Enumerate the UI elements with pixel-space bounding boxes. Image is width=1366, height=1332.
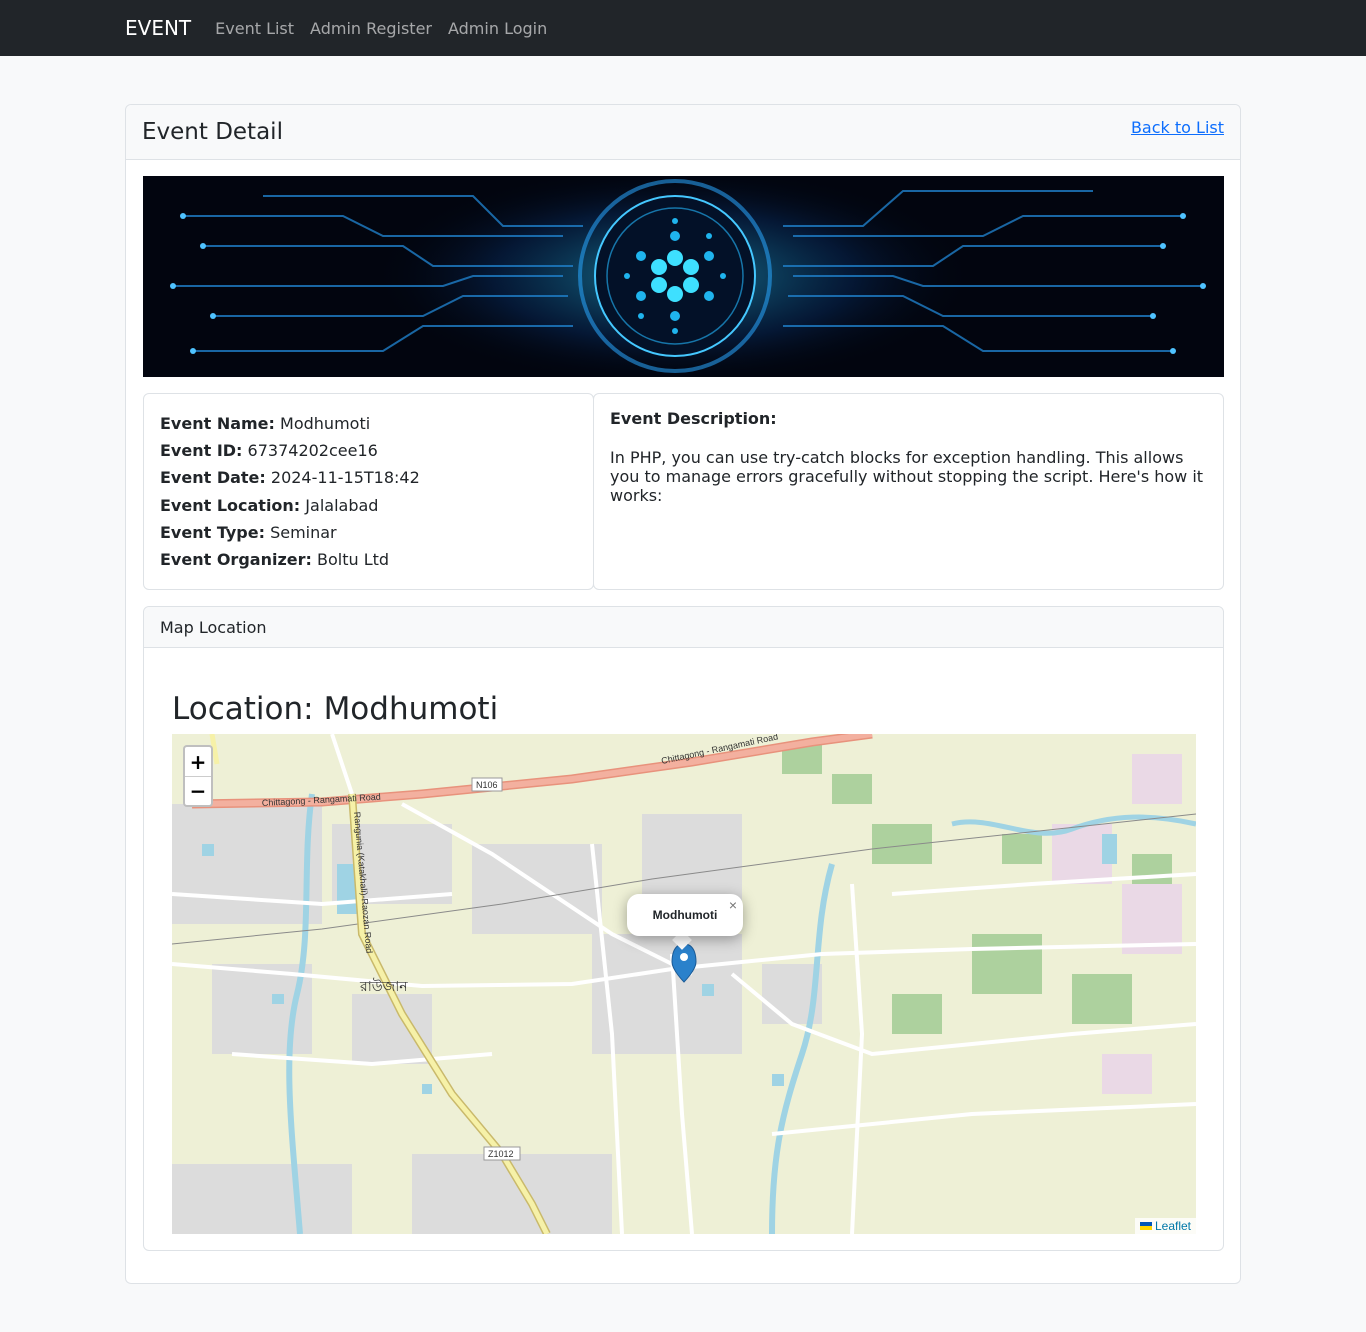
leaflet-map[interactable]: N106 Z1012 Chittagong - Rangamati Road C… (172, 734, 1196, 1234)
event-id-row: Event ID: 67374202cee16 (160, 437, 577, 464)
event-banner-image (143, 176, 1224, 377)
event-name-label: Event Name: (160, 414, 275, 433)
top-navbar: EVENT Event List Admin Register Admin Lo… (0, 0, 1366, 56)
event-organizer-label: Event Organizer: (160, 550, 312, 570)
marker-popup: Modhumoti × (627, 894, 743, 936)
event-organizer-value: Boltu Ltd (316, 550, 390, 570)
event-description-label: Event Description: (610, 409, 777, 428)
event-description-text: In PHP, you can use try-catch blocks for… (610, 448, 1204, 505)
event-type-row: Event Type: Seminar (160, 519, 577, 546)
event-description-panel: Event Description: In PHP, you can use t… (593, 393, 1224, 590)
ukraine-flag-icon (1139, 1222, 1152, 1230)
back-to-list-link[interactable]: Back to List (1131, 118, 1224, 137)
town-label: রাউজান (359, 978, 408, 995)
zoom-out-button[interactable]: − (185, 776, 211, 805)
event-type-label: Event Type: (160, 522, 265, 542)
page-title: Event Detail (142, 119, 283, 145)
leaflet-link[interactable]: Leaflet (1155, 1219, 1191, 1233)
nav-admin-login[interactable]: Admin Login (448, 19, 547, 38)
event-info-panel: Event Name: Modhumoti Event ID: 67374202… (143, 393, 594, 590)
nav-admin-register[interactable]: Admin Register (310, 19, 432, 38)
popup-close-button[interactable]: × (729, 897, 737, 913)
zoom-in-button[interactable]: + (185, 747, 211, 776)
event-date-label: Event Date: (160, 468, 266, 488)
event-name-row: Event Name: Modhumoti (160, 410, 577, 437)
event-date-row: Event Date: 2024-11-15T18:42 (160, 464, 577, 491)
map-tiles: N106 Z1012 Chittagong - Rangamati Road C… (172, 734, 1196, 1234)
location-name: Modhumoti (323, 691, 499, 727)
event-organizer-row: Event Organizer: Boltu Ltd (160, 546, 577, 573)
event-name-value: Modhumoti (280, 414, 371, 433)
map-attribution: Leaflet (1134, 1218, 1196, 1234)
location-prefix: Location: (172, 691, 314, 727)
event-id-value: 67374202cee16 (247, 441, 378, 461)
route-n106-label: N106 (476, 780, 498, 790)
circuit-chip-icon (143, 176, 1224, 377)
map-location-title: Location: Modhumoti (172, 691, 498, 727)
zoom-control: + − (183, 745, 213, 807)
brand-link[interactable]: EVENT (125, 16, 191, 40)
event-location-row: Event Location: Jalalabad (160, 492, 577, 519)
event-location-label: Event Location: (160, 495, 301, 515)
map-location-card: Map Location Location: Modhumoti N106 Z1… (143, 606, 1224, 1251)
nav-event-list[interactable]: Event List (215, 19, 294, 38)
map-card-header: Map Location (144, 607, 1223, 648)
event-date-value: 2024-11-15T18:42 (270, 468, 420, 488)
card-header: Event Detail Back to List (126, 105, 1240, 160)
popup-label: Modhumoti (652, 908, 718, 922)
route-z1012-label: Z1012 (488, 1149, 514, 1159)
event-type-value: Seminar (270, 522, 337, 542)
event-id-label: Event ID: (160, 441, 243, 461)
event-detail-card: Event Detail Back to List Event Name: Mo… (125, 104, 1241, 1284)
event-location-value: Jalalabad (305, 495, 379, 515)
